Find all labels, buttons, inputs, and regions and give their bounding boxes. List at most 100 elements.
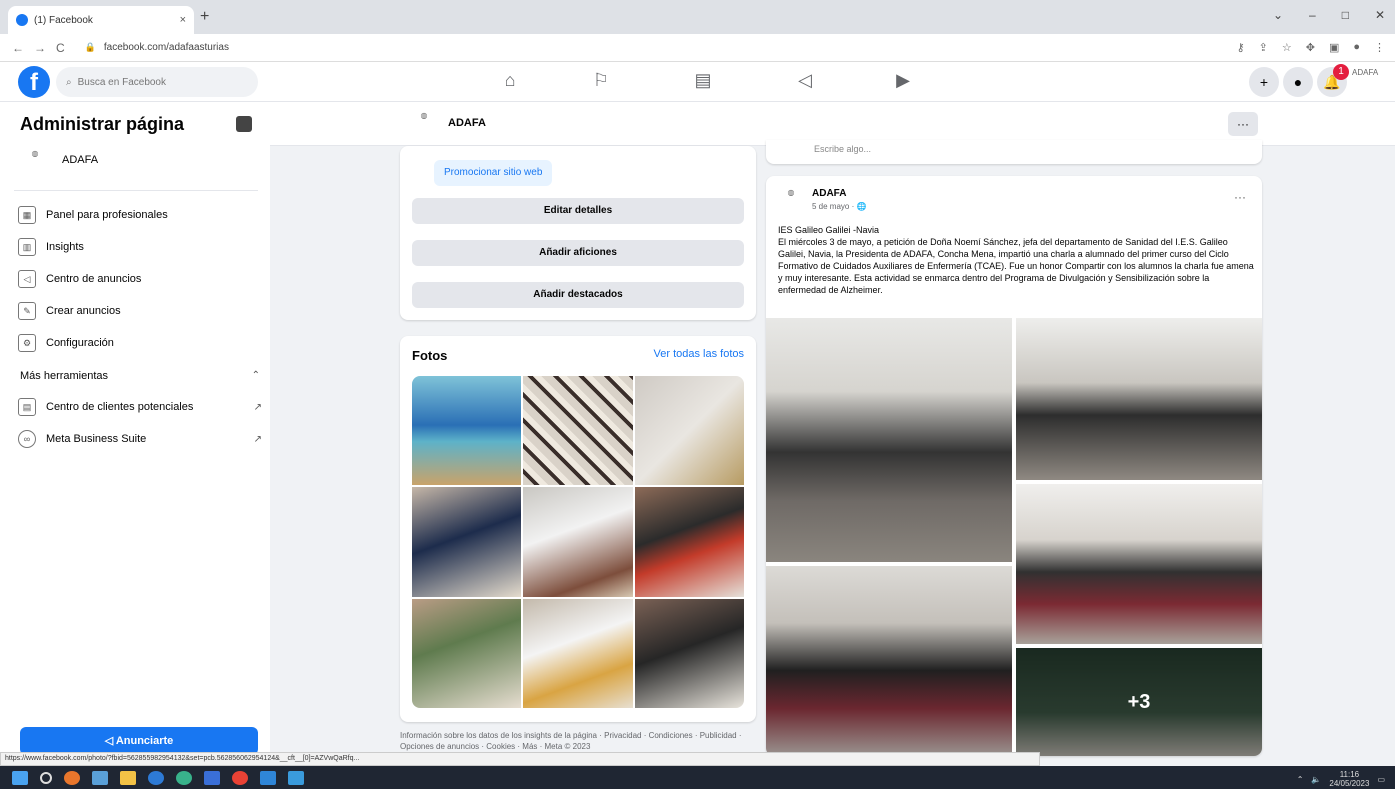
composer-card: Escribe algo... xyxy=(766,140,1262,164)
edit-details-button[interactable]: Editar detalles xyxy=(412,198,744,224)
windows-taskbar: ⌃ 🔈 11:16 24/05/2023 ▭ xyxy=(0,766,1395,789)
collapse-sidebar-icon[interactable] xyxy=(236,116,252,132)
post-author-avatar[interactable]: ◍ xyxy=(778,186,804,212)
sidebar-item-label: Meta Business Suite xyxy=(46,433,147,445)
post-photo[interactable] xyxy=(1016,484,1262,644)
share-icon[interactable]: ⇪ xyxy=(1259,41,1268,54)
profile-icon[interactable]: ● xyxy=(1353,41,1360,54)
post-photo[interactable] xyxy=(1016,318,1262,480)
home-icon[interactable]: ⌂ xyxy=(495,70,525,91)
search-input[interactable]: ⌕ Busca en Facebook xyxy=(56,67,258,97)
notification-badge: 1 xyxy=(1333,64,1349,80)
sidebar-item-ad-center[interactable]: ◁ Centro de anuncios xyxy=(18,270,262,288)
close-window-button[interactable]: ✕ xyxy=(1375,8,1385,22)
create-button[interactable]: + xyxy=(1249,67,1279,97)
photo-thumbnail[interactable] xyxy=(523,598,633,708)
system-tray: ⌃ 🔈 11:16 24/05/2023 ▭ xyxy=(1297,770,1385,788)
post-photo[interactable] xyxy=(766,566,1012,756)
promote-button[interactable]: ◁ Anunciarte xyxy=(20,727,258,755)
flag-icon[interactable]: ⚐ xyxy=(586,70,616,91)
tab-close-icon[interactable]: × xyxy=(180,14,186,26)
sidebar-item-settings[interactable]: ⚙ Configuración xyxy=(18,334,262,352)
notifications-icon[interactable]: ▭ xyxy=(1377,775,1385,784)
insights-icon: ▥ xyxy=(18,238,36,256)
app-icon[interactable] xyxy=(288,770,304,785)
pencil-icon: ✎ xyxy=(18,302,36,320)
see-all-photos-link[interactable]: Ver todas las fotos xyxy=(654,348,745,360)
facebook-favicon-icon xyxy=(16,14,28,26)
chrome-icon[interactable] xyxy=(232,770,248,785)
file-explorer-icon[interactable] xyxy=(120,770,136,785)
sidebar-item-insights[interactable]: ▥ Insights xyxy=(18,238,262,256)
volume-icon[interactable]: 🔈 xyxy=(1311,775,1321,784)
search-icon: ⌕ xyxy=(66,76,72,88)
page-footer-links[interactable]: Información sobre los datos de los insig… xyxy=(400,730,756,752)
browser-icon[interactable] xyxy=(176,770,192,785)
photo-thumbnail[interactable] xyxy=(634,598,744,708)
messenger-icon[interactable]: ● xyxy=(1283,67,1313,97)
maximize-button[interactable]: □ xyxy=(1342,8,1349,22)
mail-icon[interactable] xyxy=(92,770,108,785)
sidebar-item-label: Centro de clientes potenciales xyxy=(46,401,194,413)
photo-thumbnail[interactable] xyxy=(412,487,522,597)
sidebar-item-panel[interactable]: ▦ Panel para profesionales xyxy=(18,206,262,224)
reload-icon[interactable]: C xyxy=(56,41,65,55)
add-featured-button[interactable]: Añadir destacados xyxy=(412,282,744,308)
promote-website-button[interactable]: Promocionar sitio web xyxy=(434,160,553,186)
add-hobbies-button[interactable]: Añadir aficiones xyxy=(412,240,744,266)
url-field[interactable]: facebook.com/adafaasturias xyxy=(104,42,229,53)
extensions-icon[interactable]: ✥ xyxy=(1306,41,1315,54)
post-photo-more[interactable]: +3 xyxy=(1016,648,1262,756)
star-icon[interactable]: ☆ xyxy=(1282,41,1292,54)
sidebar-item-leads-center[interactable]: ▤ Centro de clientes potenciales ↗ xyxy=(18,398,262,416)
search-icon[interactable] xyxy=(40,771,52,784)
menu-icon[interactable]: ⋮ xyxy=(1374,41,1385,54)
post-photo[interactable] xyxy=(766,318,1012,562)
manage-page-sidebar: Administrar página ◍ ADAFA ▦ Panel para … xyxy=(0,102,270,755)
megaphone-icon: ◁ xyxy=(104,735,116,747)
photo-thumbnail[interactable] xyxy=(523,376,633,486)
photo-thumbnail[interactable] xyxy=(634,487,744,597)
windows-start-icon[interactable] xyxy=(12,770,28,785)
photo-thumbnail[interactable] xyxy=(523,487,633,597)
sidebar-item-meta-business-suite[interactable]: ∞ Meta Business Suite ↗ xyxy=(18,430,262,448)
composer-input[interactable]: Escribe algo... xyxy=(814,144,871,154)
lock-icon[interactable]: 🔒 xyxy=(85,42,96,53)
minimize-button[interactable]: – xyxy=(1309,8,1316,22)
sidepanel-icon[interactable]: ▣ xyxy=(1329,41,1339,54)
photo-thumbnail[interactable] xyxy=(634,376,744,486)
more-tools-header[interactable]: Más herramientas ⌃ xyxy=(20,370,260,382)
pages-icon[interactable]: ▤ xyxy=(688,70,718,91)
divider xyxy=(14,190,258,191)
store-icon[interactable] xyxy=(204,770,220,785)
browser-tab[interactable]: (1) Facebook × xyxy=(8,6,194,34)
key-icon[interactable]: ⚷ xyxy=(1237,41,1245,54)
teams-icon[interactable] xyxy=(260,770,276,785)
megaphone-icon: ◁ xyxy=(18,270,36,288)
tab-search-icon[interactable]: ⌄ xyxy=(1273,8,1283,22)
sidebar-item-label: Crear anuncios xyxy=(46,305,121,317)
post-date[interactable]: 5 de mayo · 🌐 xyxy=(812,202,866,211)
photos-title: Fotos xyxy=(412,348,448,363)
page-name[interactable]: ADAFA xyxy=(448,117,486,129)
network-icon[interactable]: ⌃ xyxy=(1297,775,1304,784)
post-author-name[interactable]: ADAFA xyxy=(812,188,846,199)
back-icon[interactable]: ← xyxy=(12,41,24,55)
facebook-logo-icon[interactable]: f xyxy=(18,66,50,98)
photo-thumbnail[interactable] xyxy=(412,376,522,486)
sidebar-page-link[interactable]: ◍ ADAFA xyxy=(20,148,99,172)
photos-card: Fotos Ver todas las fotos xyxy=(400,336,756,722)
more-options-button[interactable]: ··· xyxy=(1228,112,1258,136)
post-options-button[interactable]: ··· xyxy=(1234,190,1246,204)
firefox-icon[interactable] xyxy=(64,770,80,785)
clock[interactable]: 11:16 24/05/2023 xyxy=(1329,770,1369,788)
video-icon[interactable]: ▶ xyxy=(888,70,918,91)
account-avatar[interactable]: ADAFA xyxy=(1352,68,1382,96)
edge-icon[interactable] xyxy=(148,770,164,785)
photo-thumbnail[interactable] xyxy=(412,598,522,708)
new-tab-button[interactable]: + xyxy=(200,8,209,26)
forward-icon[interactable]: → xyxy=(34,41,46,55)
megaphone-icon[interactable]: ◁ xyxy=(790,70,820,91)
sidebar-item-create-ads[interactable]: ✎ Crear anuncios xyxy=(18,302,262,320)
browser-tabbar: (1) Facebook × + ⌄ – □ ✕ xyxy=(0,0,1395,34)
